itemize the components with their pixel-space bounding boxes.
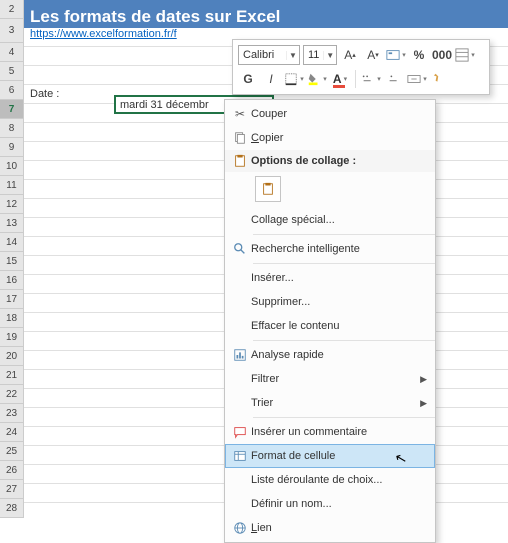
- mini-toolbar: Calibri▼ 11▼ A▴ A▾ % 000 G I A: [232, 39, 490, 95]
- menu-smart-lookup[interactable]: Recherche intelligente: [225, 237, 435, 261]
- row-header[interactable]: 20: [0, 347, 24, 366]
- row-header[interactable]: 17: [0, 290, 24, 309]
- increase-decimal-icon[interactable]: [361, 69, 381, 89]
- menu-format-cells[interactable]: Format de cellule: [225, 444, 435, 468]
- borders-icon[interactable]: [284, 69, 304, 89]
- decrease-decimal-icon[interactable]: [384, 69, 404, 89]
- menu-dropdown-list[interactable]: Liste déroulante de choix...: [225, 468, 435, 492]
- bold-button[interactable]: G: [238, 69, 258, 89]
- font-family-dropdown[interactable]: Calibri▼: [238, 45, 300, 65]
- label-date: Date :: [24, 85, 114, 103]
- increase-font-icon[interactable]: A▴: [340, 45, 360, 65]
- row-header[interactable]: 27: [0, 480, 24, 499]
- copy-icon: [229, 131, 251, 145]
- page-title: Les formats de dates sur Excel: [24, 4, 508, 28]
- scissors-icon: ✂: [229, 107, 251, 121]
- row-header[interactable]: 24: [0, 423, 24, 442]
- search-icon: [229, 242, 251, 256]
- row-header[interactable]: 4: [0, 43, 24, 62]
- row-header[interactable]: 12: [0, 195, 24, 214]
- merge-center-icon[interactable]: [407, 69, 427, 89]
- row-header[interactable]: 2: [0, 0, 24, 19]
- row-header[interactable]: 9: [0, 138, 24, 157]
- row-header[interactable]: 21: [0, 366, 24, 385]
- quick-analysis-icon: [229, 348, 251, 362]
- row-header[interactable]: 18: [0, 309, 24, 328]
- font-size-dropdown[interactable]: 11▼: [303, 45, 337, 65]
- row-header[interactable]: 19: [0, 328, 24, 347]
- row-header[interactable]: 10: [0, 157, 24, 176]
- format-cells-icon: [229, 449, 251, 463]
- comma-style-icon[interactable]: 000: [432, 45, 452, 65]
- row-header[interactable]: 6: [0, 81, 24, 100]
- menu-cut[interactable]: ✂ Couper: [225, 102, 435, 126]
- row-header[interactable]: 8: [0, 119, 24, 138]
- menu-filter[interactable]: Filtrer▶: [225, 367, 435, 391]
- row-header[interactable]: 16: [0, 271, 24, 290]
- format-painter-icon[interactable]: [430, 69, 450, 89]
- row-header[interactable]: 23: [0, 404, 24, 423]
- percent-icon[interactable]: %: [409, 45, 429, 65]
- menu-copy[interactable]: Copier: [225, 126, 435, 150]
- paste-default-button[interactable]: [255, 176, 281, 202]
- menu-delete[interactable]: Supprimer...: [225, 290, 435, 314]
- accounting-format-icon[interactable]: [386, 45, 406, 65]
- conditional-format-icon[interactable]: [455, 45, 475, 65]
- menu-quick-analysis[interactable]: Analyse rapide: [225, 343, 435, 367]
- row-header[interactable]: 28: [0, 499, 24, 518]
- clipboard-icon: [229, 154, 251, 168]
- menu-link[interactable]: Lien: [225, 516, 435, 540]
- menu-define-name[interactable]: Définir un nom...: [225, 492, 435, 516]
- tutorial-link[interactable]: https://www.excelformation.fr/f: [24, 28, 177, 46]
- context-menu: ✂ Couper Copier Options de collage : Col…: [224, 99, 436, 543]
- comment-icon: [229, 425, 251, 439]
- menu-paste-options-header: Options de collage :: [225, 150, 435, 172]
- row-header[interactable]: 5: [0, 62, 24, 81]
- italic-button[interactable]: I: [261, 69, 281, 89]
- menu-paste-special[interactable]: Collage spécial...: [225, 208, 435, 232]
- row-header[interactable]: 11: [0, 176, 24, 195]
- font-color-icon[interactable]: A: [330, 69, 350, 89]
- row-header[interactable]: 22: [0, 385, 24, 404]
- menu-sort[interactable]: Trier▶: [225, 391, 435, 415]
- fill-color-icon[interactable]: [307, 69, 327, 89]
- row-header[interactable]: 13: [0, 214, 24, 233]
- menu-insert[interactable]: Insérer...: [225, 266, 435, 290]
- row-header[interactable]: 25: [0, 442, 24, 461]
- decrease-font-icon[interactable]: A▾: [363, 45, 383, 65]
- menu-insert-comment[interactable]: Insérer un commentaire: [225, 420, 435, 444]
- row-header[interactable]: 26: [0, 461, 24, 480]
- row-header[interactable]: 3: [0, 19, 24, 43]
- row-header-selected[interactable]: 7: [0, 100, 24, 119]
- row-header[interactable]: 15: [0, 252, 24, 271]
- row-header[interactable]: 14: [0, 233, 24, 252]
- menu-clear[interactable]: Effacer le contenu: [225, 314, 435, 338]
- link-icon: [229, 521, 251, 535]
- row-headers: 2 3 4 5 6 7 8 9 10 11 12 13 14 15 16 17 …: [0, 0, 24, 518]
